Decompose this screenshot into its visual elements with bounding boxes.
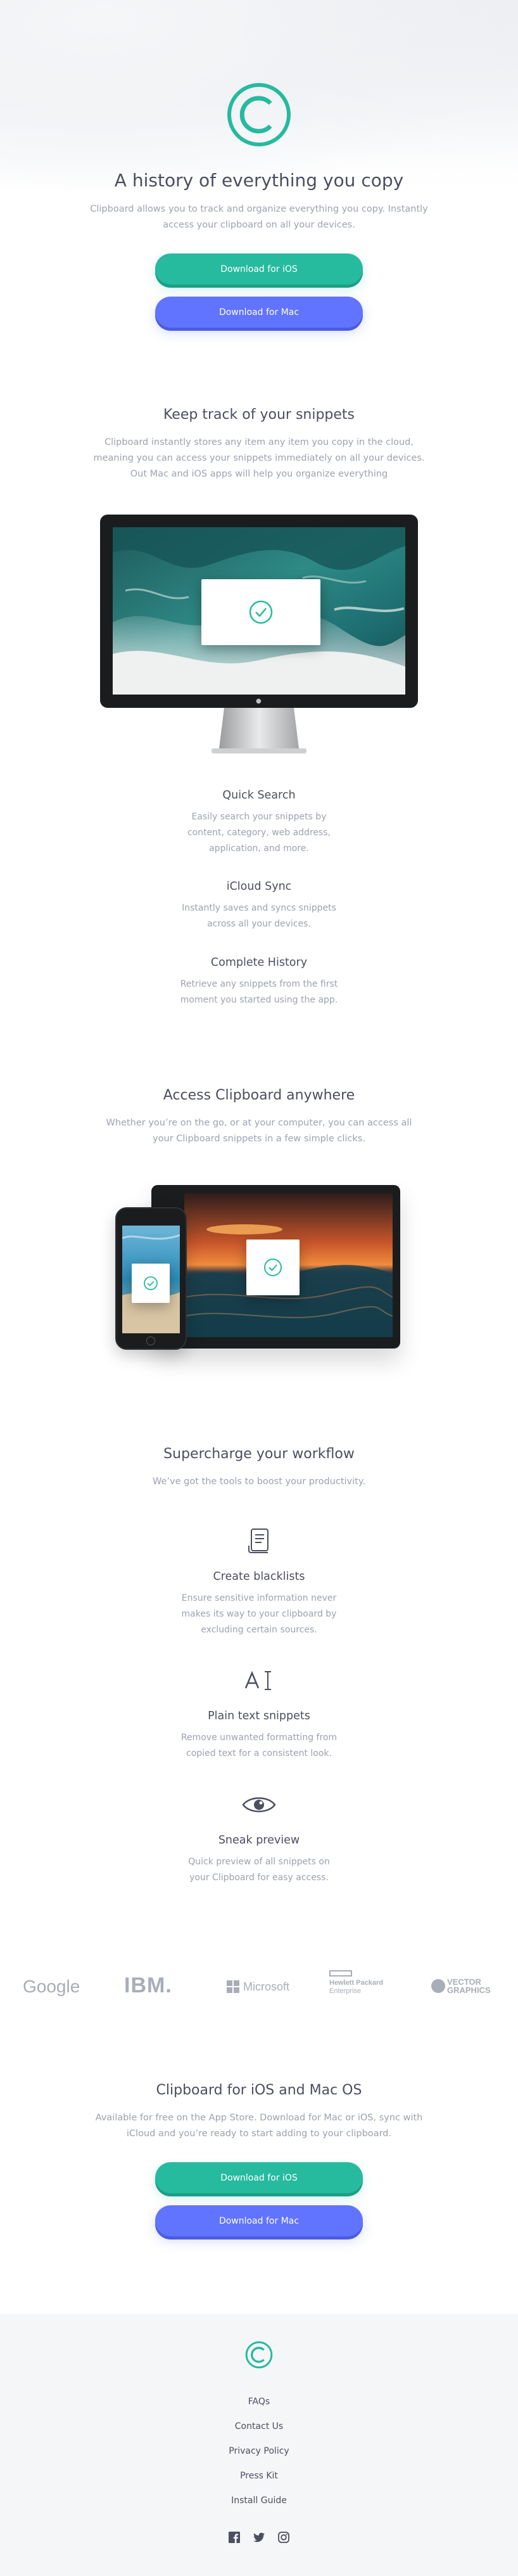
download-ios-button[interactable]: Download for iOS [155, 2162, 363, 2193]
copyright-logo-icon[interactable] [245, 2341, 273, 2369]
feature-text: Easily search your snippets by content, … [187, 812, 331, 854]
feature-title: iCloud Sync [226, 880, 292, 893]
vector-graphics-logo: VECTOR GRAPHICS [431, 1975, 491, 1997]
facebook-icon[interactable] [229, 2532, 240, 2543]
feature-title: Complete History [210, 956, 308, 969]
feature-text: Quick preview of all snippets on your Cl… [188, 1857, 330, 1883]
hp-line1: Hewlett Packard [329, 1979, 383, 1987]
monitor-image: ● [100, 515, 418, 708]
download-ios-button[interactable]: Download for iOS [155, 253, 363, 285]
blacklist-document-icon [244, 1525, 274, 1556]
phone-image [115, 1207, 187, 1350]
workflow-title: Supercharge your workflow [163, 1446, 355, 1462]
instagram-icon[interactable] [278, 2532, 289, 2543]
cta-title: Clipboard for iOS and Mac OS [156, 2082, 362, 2098]
hero-title: A history of everything you copy [114, 170, 404, 191]
microsoft-squares-icon [227, 1980, 239, 1993]
snippets-title: Keep track of your snippets [163, 407, 355, 423]
microsoft-logo: Microsoft [227, 1977, 289, 1996]
feature-title: Quick Search [222, 789, 296, 802]
hp-enterprise-logo: Hewlett Packard Enterprise [329, 1970, 383, 1998]
feature-title: Sneak preview [218, 1834, 300, 1847]
check-circle-icon [249, 600, 273, 624]
feature-title: Create blacklists [213, 1570, 305, 1583]
check-circle-icon [144, 1276, 158, 1290]
vector-line2: GRAPHICS [447, 1985, 491, 1995]
cta-text: Available for free on the App Store. Dow… [95, 2113, 423, 2139]
snippets-text: Clipboard instantly stores any item any … [93, 437, 425, 479]
microsoft-text: Microsoft [243, 1980, 290, 1993]
access-text: Whether you’re on the go, or at your com… [106, 1118, 412, 1144]
workflow-text: We’ve got the tools to boost your produc… [153, 1477, 365, 1487]
copyright-logo-icon [227, 83, 291, 146]
footer-link-press-kit[interactable]: Press Kit [0, 2471, 518, 2481]
download-mac-button[interactable]: Download for Mac [155, 2205, 363, 2236]
monitor-stand [212, 708, 306, 753]
twitter-icon[interactable] [253, 2532, 265, 2543]
clipboard-popup [201, 579, 320, 645]
ibm-logo: IBM. [124, 1973, 172, 1997]
feature-text: Remove unwanted formatting from copied t… [180, 1733, 338, 1759]
monitor-screen [113, 527, 405, 695]
hero-text: Clipboard allows you to track and organi… [90, 204, 428, 230]
feature-text: Ensure sensitive information never makes… [181, 1593, 337, 1635]
hp-line2: Enterprise [329, 1987, 362, 1995]
text-cursor-icon [243, 1668, 275, 1693]
clipboard-popup [132, 1264, 170, 1303]
phone-home-button [146, 1336, 155, 1345]
apple-logo-icon: ● [256, 698, 262, 705]
footer-link-faqs[interactable]: FAQs [0, 2397, 518, 2407]
clipboard-popup [246, 1240, 300, 1295]
vector-circle-icon [431, 1979, 445, 1993]
access-title: Access Clipboard anywhere [163, 1087, 355, 1103]
footer: FAQs Contact Us Privacy Policy Press Kit… [0, 2314, 518, 2576]
feature-title: Plain text snippets [208, 1710, 310, 1722]
hero-section: A history of everything you copy Clipboa… [0, 0, 518, 345]
phone-screen [122, 1226, 180, 1333]
tablet-image [151, 1185, 400, 1349]
footer-link-contact[interactable]: Contact Us [0, 2421, 518, 2432]
download-mac-button[interactable]: Download for Mac [155, 297, 363, 328]
hp-rectangle-icon [329, 1970, 352, 1977]
footer-link-install-guide[interactable]: Install Guide [0, 2496, 518, 2506]
feature-text: Retrieve any snippets from the first mom… [180, 979, 338, 1005]
eye-icon [241, 1792, 277, 1817]
tablet-screen [184, 1193, 393, 1337]
feature-text: Instantly saves and syncs snippets acros… [182, 903, 336, 929]
google-logo: Google [23, 1977, 80, 1996]
footer-link-privacy[interactable]: Privacy Policy [0, 2446, 518, 2456]
check-circle-icon [264, 1259, 282, 1276]
